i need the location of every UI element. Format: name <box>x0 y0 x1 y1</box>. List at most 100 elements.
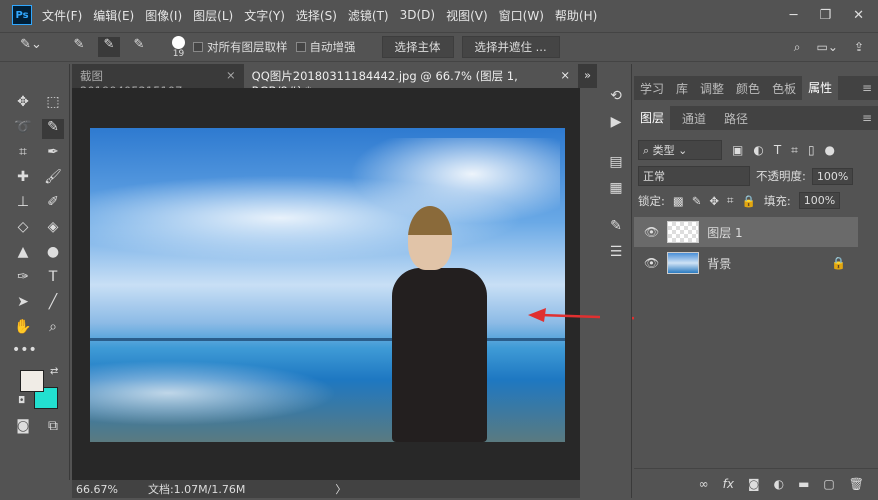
menu-window[interactable]: 窗口(W) <box>499 7 544 24</box>
quick-select-tool-icon[interactable]: ✎ <box>42 119 64 139</box>
menu-3d[interactable]: 3D(D) <box>400 8 435 22</box>
blend-mode-select[interactable]: 正常 <box>638 166 750 186</box>
layer-row[interactable]: 👁 图层 1 <box>634 217 858 247</box>
adjust-sliders-icon[interactable]: ☰ <box>605 244 627 264</box>
brush-size-picker[interactable]: 19 <box>172 35 185 59</box>
crop-tool-icon[interactable]: ⌗ <box>12 144 34 164</box>
tab-channels[interactable]: 通道 <box>670 110 718 127</box>
select-and-mask-button[interactable]: 选择并遮住 ... <box>461 36 560 58</box>
select-subject-button[interactable]: 选择主体 <box>381 36 454 58</box>
lock-all-icon[interactable]: 🔒 <box>742 194 756 208</box>
tab-paths[interactable]: 路径 <box>718 110 754 127</box>
layer-row[interactable]: 👁 背景 🔒 <box>634 248 858 278</box>
link-layers-icon[interactable]: ∞ <box>699 477 709 491</box>
blur-tool-icon[interactable]: ▲ <box>12 244 34 264</box>
line-tool-icon[interactable]: ╱ <box>42 294 64 314</box>
filter-pixel-icon[interactable]: ▣ <box>732 143 743 157</box>
marquee-tool-icon[interactable]: ⬚ <box>42 94 64 114</box>
filter-kind-select[interactable]: ⌕ 类型 ⌄ <box>638 140 722 160</box>
notes-icon[interactable]: ▦ <box>605 180 627 200</box>
maximize-icon[interactable]: ❐ <box>819 8 831 23</box>
minimize-icon[interactable]: ─ <box>790 8 798 23</box>
add-mask-icon[interactable]: ◙ <box>748 477 760 491</box>
search-icon[interactable]: ⌕ <box>794 40 801 55</box>
tab-learn[interactable]: 学习 <box>634 80 670 97</box>
filter-type-icon[interactable]: T <box>774 143 781 157</box>
subtract-selection-icon[interactable]: ✎ <box>128 37 150 57</box>
screen-mode-icon[interactable]: ⧉ <box>42 418 64 438</box>
path-select-icon[interactable]: ➤ <box>12 294 34 314</box>
more-tools-icon[interactable]: ••• <box>12 342 37 362</box>
menu-edit[interactable]: 编辑(E) <box>93 7 134 24</box>
quick-select-preset-icon[interactable]: ✎⌄ <box>20 37 42 57</box>
lock-artboard-icon[interactable]: ⌗ <box>727 193 733 208</box>
filter-toggle-icon[interactable]: ● <box>825 143 835 157</box>
eye-icon[interactable]: 👁 <box>644 225 659 239</box>
lock-paint-icon[interactable]: ✎ <box>692 194 702 208</box>
tab-layers[interactable]: 图层 <box>634 106 671 130</box>
pen-tool-icon[interactable]: ✑ <box>12 269 34 289</box>
workspace-icon[interactable]: ▭⌄ <box>817 40 838 55</box>
default-colors-icon[interactable]: ◘ <box>18 396 25 406</box>
history-brush-icon[interactable]: ✐ <box>42 194 64 214</box>
filter-adjust-icon[interactable]: ◐ <box>753 143 763 157</box>
menu-filter[interactable]: 滤镜(T) <box>348 7 389 24</box>
zoom-level[interactable]: 66.67% <box>76 483 118 496</box>
zoom-tool-icon[interactable]: ⌕ <box>42 319 64 339</box>
panel-menu-icon[interactable]: ≡ <box>856 81 878 95</box>
lasso-tool-icon[interactable]: ➰ <box>12 119 34 139</box>
lock-position-icon[interactable]: ✥ <box>709 194 719 208</box>
auto-enhance-checkbox[interactable]: 自动增强 <box>295 39 356 55</box>
delete-layer-icon[interactable]: 🗑 <box>849 477 864 491</box>
adjustment-layer-icon[interactable]: ◐ <box>774 477 784 491</box>
layers-menu-icon[interactable]: ≡ <box>856 111 878 125</box>
image-canvas[interactable] <box>90 128 565 442</box>
filter-shape-icon[interactable]: ⌗ <box>791 143 798 158</box>
menu-help[interactable]: 帮助(H) <box>555 7 597 24</box>
menu-file[interactable]: 文件(F) <box>42 7 82 24</box>
foreground-color-swatch[interactable] <box>20 370 44 392</box>
tab-qq-image[interactable]: QQ图片20180311184442.jpg @ 66.7% (图层 1, RG… <box>243 64 578 98</box>
type-tool-icon[interactable]: T <box>42 269 64 289</box>
tab-swatches[interactable]: 色板 <box>766 80 802 97</box>
tab-screenshot[interactable]: 截图20190405215107.png× <box>72 64 244 98</box>
close-tab-icon[interactable]: × <box>560 68 570 84</box>
stamp-tool-icon[interactable]: ⊥ <box>12 194 34 214</box>
menu-image[interactable]: 图像(I) <box>145 7 182 24</box>
new-selection-icon[interactable]: ✎ <box>68 37 90 57</box>
bucket-tool-icon[interactable]: ◈ <box>42 219 64 239</box>
opacity-input[interactable]: 100% <box>811 167 854 185</box>
menu-type[interactable]: 文字(Y) <box>244 7 285 24</box>
menu-select[interactable]: 选择(S) <box>296 7 337 24</box>
fx-icon[interactable]: fx <box>723 477 734 491</box>
tabs-overflow-icon[interactable]: » <box>578 64 597 88</box>
menu-view[interactable]: 视图(V) <box>446 7 488 24</box>
quick-mask-icon[interactable]: ◙ <box>12 418 34 438</box>
dodge-tool-icon[interactable]: ● <box>42 244 64 264</box>
add-selection-icon[interactable]: ✎ <box>98 37 120 57</box>
sample-all-layers-checkbox[interactable]: 对所有图层取样 <box>193 39 288 55</box>
history-icon[interactable]: ⟲ <box>605 88 627 108</box>
brush-settings-icon[interactable]: ✎ <box>605 218 627 238</box>
healing-tool-icon[interactable]: ✚ <box>12 169 34 189</box>
lock-pixels-icon[interactable]: ▩ <box>673 194 684 208</box>
brush-tool-icon[interactable]: 🖌 <box>42 169 64 189</box>
filter-smart-icon[interactable]: ▯ <box>808 143 815 157</box>
status-menu-arrow[interactable]: 〉 <box>335 481 346 497</box>
new-group-icon[interactable]: ▬ <box>798 477 809 491</box>
properties-panel-icon[interactable]: ▤ <box>605 154 627 174</box>
close-tab-icon[interactable]: × <box>226 68 236 84</box>
tab-color[interactable]: 颜色 <box>730 80 766 97</box>
menu-layer[interactable]: 图层(L) <box>193 7 233 24</box>
tab-adjustments[interactable]: 调整 <box>694 80 730 97</box>
move-tool-icon[interactable]: ✥ <box>12 94 34 114</box>
close-icon[interactable]: ✕ <box>853 8 864 23</box>
swap-colors-icon[interactable]: ⇄ <box>50 366 58 377</box>
share-icon[interactable]: ⇪ <box>854 40 864 55</box>
eye-icon[interactable]: 👁 <box>644 256 659 270</box>
fill-input[interactable]: 100% <box>798 192 841 209</box>
new-layer-icon[interactable]: ▢ <box>823 477 834 491</box>
eyedropper-tool-icon[interactable]: ✒ <box>42 144 64 164</box>
eraser-tool-icon[interactable]: ◇ <box>12 219 34 239</box>
hand-tool-icon[interactable]: ✋ <box>12 319 34 339</box>
